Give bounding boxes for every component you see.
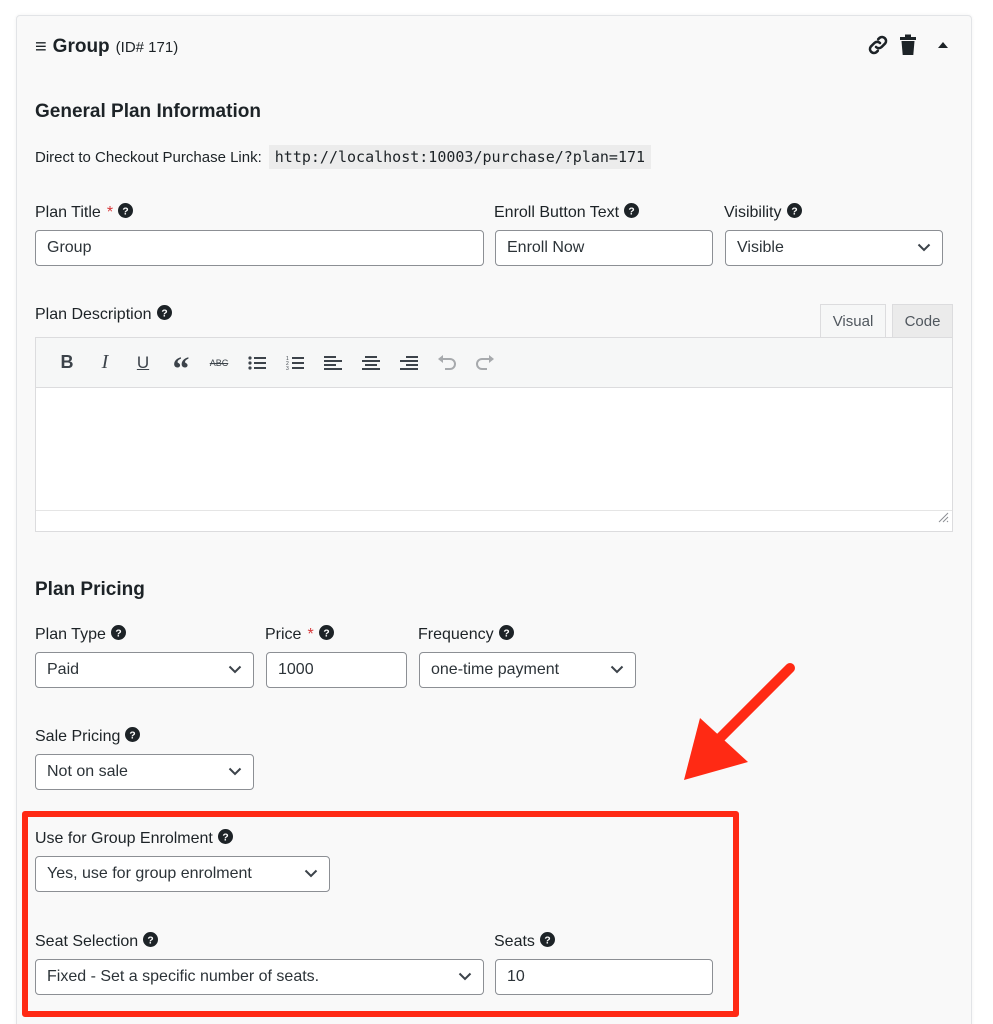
chevron-down-icon [228,763,242,781]
undo-icon[interactable] [428,346,466,380]
plan-type-select[interactable]: Paid [35,652,254,688]
align-right-icon[interactable] [390,346,428,380]
editor-statusbar [36,510,952,531]
header-actions [866,33,950,57]
chevron-down-icon [610,661,624,679]
enroll-button-text-label: Enroll Button Text ? [494,203,640,223]
blockquote-button[interactable]: “ [162,346,200,388]
plan-type-label: Plan Type ? [35,625,126,645]
trash-icon[interactable] [898,33,918,57]
plan-type-select-value: Paid [47,661,80,678]
visibility-label: Visibility ? [724,203,802,223]
annotation-arrow-icon [684,663,795,780]
svg-text:?: ? [130,730,136,741]
link-icon[interactable] [866,33,890,57]
collapse-arrow-icon[interactable] [936,38,950,52]
help-icon[interactable]: ? [110,625,126,645]
visibility-label-text: Visibility [724,204,782,221]
svg-text:?: ? [115,628,121,639]
visibility-select[interactable]: Visible [725,230,943,266]
bold-button[interactable]: B [48,346,86,380]
description-label-text: Plan Description [35,306,152,323]
align-left-icon[interactable] [314,346,352,380]
tab-code[interactable]: Code [892,304,953,338]
general-section-heading: General Plan Information [35,101,261,122]
price-label-text: Price [265,626,302,643]
enroll-button-text-input[interactable]: Enroll Now [495,230,713,266]
plan-description-label: Plan Description ? [35,305,172,325]
svg-text:?: ? [628,206,634,217]
svg-text:?: ? [791,206,797,217]
plan-type-label-text: Plan Type [35,626,106,643]
redo-icon[interactable] [466,346,504,380]
chevron-down-icon [228,661,242,679]
required-asterisk: * [307,626,314,643]
chevron-down-icon [917,239,931,257]
strikethrough-button[interactable]: ABC [200,346,238,380]
help-icon[interactable]: ? [786,203,802,223]
plan-header-title: Group [52,36,110,57]
price-input[interactable]: 1000 [266,652,407,688]
frequency-label: Frequency ? [418,625,514,645]
svg-text:?: ? [323,628,329,639]
annotation-highlight-box [22,811,739,1017]
numbered-list-icon[interactable]: 123 [276,346,314,380]
plan-title-label-text: Plan Title [35,204,101,221]
svg-text:?: ? [503,628,509,639]
visibility-select-value: Visible [737,239,784,256]
frequency-label-text: Frequency [418,626,494,643]
svg-text:?: ? [161,308,167,319]
help-icon[interactable]: ? [125,727,141,747]
description-editor: B I U “ ABC 123 [35,337,953,532]
resize-handle-icon[interactable] [938,510,949,528]
plan-title-input[interactable]: Group [35,230,484,266]
underline-button[interactable]: U [124,346,162,380]
sale-pricing-select-value: Not on sale [47,763,128,780]
tab-visual[interactable]: Visual [820,304,886,338]
frequency-select[interactable]: one-time payment [419,652,636,688]
sale-pricing-select[interactable]: Not on sale [35,754,254,790]
help-icon[interactable]: ? [156,305,172,325]
svg-text:3: 3 [286,366,289,371]
plan-id-label: (ID# 171) [115,38,179,56]
help-icon[interactable]: ? [498,625,514,645]
sale-label-text: Sale Pricing [35,728,121,745]
pricing-section-heading: Plan Pricing [35,579,145,600]
checkout-link-url[interactable]: http://localhost:10003/purchase/?plan=17… [268,145,652,169]
checkout-link-row: Direct to Checkout Purchase Link: http:/… [35,145,652,169]
bullet-list-icon[interactable] [238,346,276,380]
required-asterisk: * [106,204,114,221]
plan-header[interactable]: ≡ Group (ID# 171) [35,36,178,58]
svg-text:?: ? [122,206,128,217]
editor-content-area[interactable] [36,388,952,510]
align-center-icon[interactable] [352,346,390,380]
help-icon[interactable]: ? [624,203,640,223]
frequency-select-value: one-time payment [431,661,560,678]
italic-button[interactable]: I [86,346,124,380]
drag-handle-icon[interactable]: ≡ [35,37,47,57]
sale-pricing-label: Sale Pricing ? [35,727,141,747]
plan-title-label: Plan Title * ? [35,203,134,223]
help-icon[interactable]: ? [318,625,334,645]
editor-toolbar: B I U “ ABC 123 [36,338,952,388]
checkout-link-label: Direct to Checkout Purchase Link: [35,148,262,166]
enroll-label-text: Enroll Button Text [494,204,620,221]
help-icon[interactable]: ? [118,203,134,223]
price-label: Price * ? [265,625,334,645]
